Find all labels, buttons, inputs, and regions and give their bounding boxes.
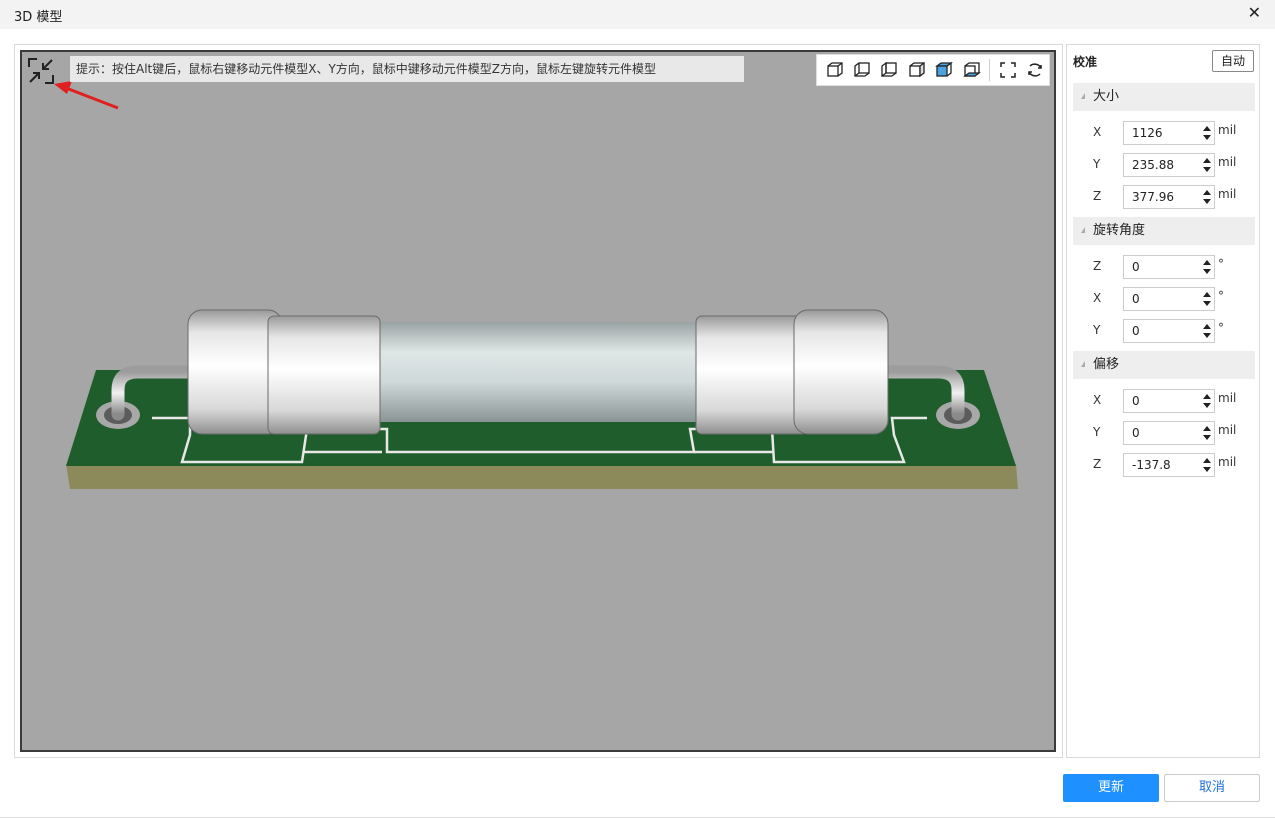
view-top-icon[interactable] bbox=[931, 56, 958, 84]
bottom-divider bbox=[0, 817, 1275, 818]
offset-z-input[interactable] bbox=[1124, 454, 1196, 476]
section-size-label: 大小 bbox=[1093, 89, 1120, 104]
collapse-icon[interactable] bbox=[26, 56, 56, 86]
title-bar: 3D 模型 ✕ bbox=[0, 0, 1275, 29]
close-icon[interactable]: ✕ bbox=[1248, 4, 1261, 22]
view-toolbar bbox=[816, 54, 1050, 86]
section-offset-label: 偏移 bbox=[1093, 357, 1120, 372]
section-rotation[interactable]: 旋转角度 bbox=[1073, 217, 1255, 245]
view-front-icon[interactable] bbox=[821, 56, 848, 84]
3d-viewport[interactable]: 提示：按住Alt键后，鼠标右键移动元件模型X、Y方向，鼠标中键移动元件模型Z方向… bbox=[20, 50, 1056, 752]
rotation-z-unit: ° bbox=[1218, 257, 1224, 271]
size-y-input[interactable] bbox=[1124, 154, 1196, 176]
pcb-edge bbox=[66, 464, 1018, 489]
auto-button[interactable]: 自动 bbox=[1212, 50, 1254, 72]
section-rotation-label: 旋转角度 bbox=[1093, 223, 1146, 238]
rotation-y-row: Y ° bbox=[1093, 319, 1253, 343]
spinner-arrows-icon[interactable] bbox=[1202, 157, 1212, 173]
collapse-triangle-icon bbox=[1081, 93, 1085, 99]
section-size[interactable]: 大小 bbox=[1073, 83, 1255, 111]
offset-z-label: Z bbox=[1093, 457, 1102, 471]
rotation-y-label: Y bbox=[1093, 323, 1101, 337]
fit-view-icon[interactable] bbox=[994, 56, 1021, 84]
reset-rotate-icon[interactable] bbox=[1022, 56, 1049, 84]
offset-y-row: Y mil bbox=[1093, 421, 1253, 445]
offset-y-input[interactable] bbox=[1124, 422, 1196, 444]
toolbar-divider bbox=[989, 59, 991, 81]
view-back-icon[interactable] bbox=[848, 56, 875, 84]
rotation-x-unit: ° bbox=[1218, 289, 1224, 303]
rotation-x-stepper[interactable] bbox=[1123, 287, 1215, 311]
rotation-y-input[interactable] bbox=[1124, 320, 1196, 342]
offset-x-stepper[interactable] bbox=[1123, 389, 1215, 413]
rotation-x-row: X ° bbox=[1093, 287, 1253, 311]
rotation-x-label: X bbox=[1093, 291, 1102, 305]
size-x-row: X mil bbox=[1093, 121, 1253, 145]
fuse-cap-left-inner bbox=[267, 315, 381, 435]
offset-z-row: Z mil bbox=[1093, 453, 1253, 477]
calibration-panel: 校准 自动 大小 X mil Y mil Z mil 旋转角度 Z bbox=[1066, 44, 1260, 758]
view-bottom-icon[interactable] bbox=[958, 56, 985, 84]
offset-x-label: X bbox=[1093, 393, 1102, 407]
panel-title: 校准 bbox=[1073, 55, 1098, 69]
size-z-stepper[interactable] bbox=[1123, 185, 1215, 209]
size-x-unit: mil bbox=[1218, 123, 1237, 137]
offset-z-unit: mil bbox=[1218, 455, 1237, 469]
window-title: 3D 模型 bbox=[14, 10, 63, 25]
offset-y-stepper[interactable] bbox=[1123, 421, 1215, 445]
fuse-cap-right-outer bbox=[793, 309, 889, 435]
rotation-z-row: Z ° bbox=[1093, 255, 1253, 279]
collapse-triangle-icon bbox=[1081, 361, 1085, 367]
offset-z-stepper[interactable] bbox=[1123, 453, 1215, 477]
rotation-y-stepper[interactable] bbox=[1123, 319, 1215, 343]
size-x-label: X bbox=[1093, 125, 1102, 139]
size-y-label: Y bbox=[1093, 157, 1101, 171]
spinner-arrows-icon[interactable] bbox=[1202, 323, 1212, 339]
offset-x-unit: mil bbox=[1218, 391, 1237, 405]
size-x-stepper[interactable] bbox=[1123, 121, 1215, 145]
spinner-arrows-icon[interactable] bbox=[1202, 125, 1212, 141]
offset-x-input[interactable] bbox=[1124, 390, 1196, 412]
rotation-y-unit: ° bbox=[1218, 321, 1224, 335]
size-z-label: Z bbox=[1093, 189, 1102, 203]
3d-model-scene[interactable] bbox=[22, 52, 1054, 750]
size-z-unit: mil bbox=[1218, 187, 1237, 201]
size-y-stepper[interactable] bbox=[1123, 153, 1215, 177]
section-offset[interactable]: 偏移 bbox=[1073, 351, 1255, 379]
spinner-arrows-icon[interactable] bbox=[1202, 425, 1212, 441]
offset-y-unit: mil bbox=[1218, 423, 1237, 437]
size-y-unit: mil bbox=[1218, 155, 1237, 169]
offset-x-row: X mil bbox=[1093, 389, 1253, 413]
spinner-arrows-icon[interactable] bbox=[1202, 189, 1212, 205]
cancel-button[interactable]: 取消 bbox=[1164, 774, 1260, 802]
fuse-glass-body bbox=[372, 322, 707, 422]
hint-text: 提示：按住Alt键后，鼠标右键移动元件模型X、Y方向，鼠标中键移动元件模型Z方向… bbox=[70, 56, 744, 82]
rotation-x-input[interactable] bbox=[1124, 288, 1196, 310]
red-arrow-annotation bbox=[54, 81, 119, 110]
spinner-arrows-icon[interactable] bbox=[1202, 457, 1212, 473]
rotation-z-label: Z bbox=[1093, 259, 1102, 273]
collapse-triangle-icon bbox=[1081, 227, 1085, 233]
size-z-input[interactable] bbox=[1124, 186, 1196, 208]
view-right-icon[interactable] bbox=[903, 56, 930, 84]
spinner-arrows-icon[interactable] bbox=[1202, 393, 1212, 409]
spinner-arrows-icon[interactable] bbox=[1202, 259, 1212, 275]
update-button[interactable]: 更新 bbox=[1063, 774, 1159, 802]
rotation-z-stepper[interactable] bbox=[1123, 255, 1215, 279]
size-x-input[interactable] bbox=[1124, 122, 1196, 144]
size-y-row: Y mil bbox=[1093, 153, 1253, 177]
rotation-z-input[interactable] bbox=[1124, 256, 1196, 278]
size-z-row: Z mil bbox=[1093, 185, 1253, 209]
offset-y-label: Y bbox=[1093, 425, 1101, 439]
spinner-arrows-icon[interactable] bbox=[1202, 291, 1212, 307]
fuse-cap-right-inner bbox=[695, 315, 809, 435]
view-left-icon[interactable] bbox=[876, 56, 903, 84]
